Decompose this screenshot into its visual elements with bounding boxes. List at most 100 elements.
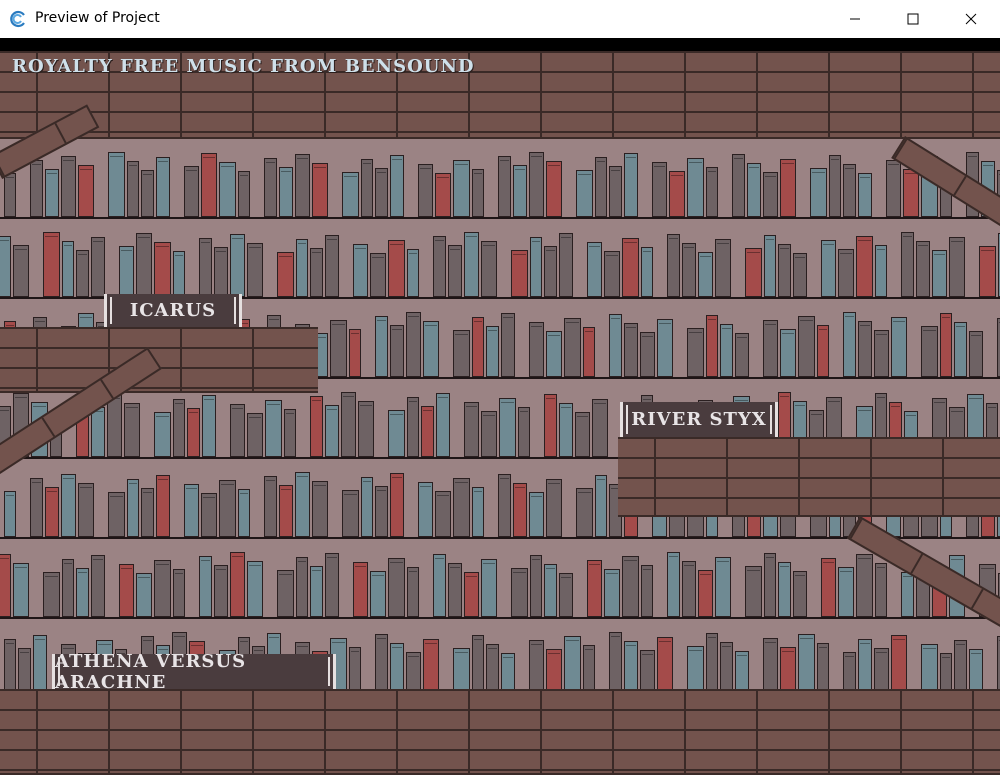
book <box>62 559 74 617</box>
book <box>486 326 499 377</box>
book <box>264 476 277 537</box>
book <box>433 554 446 617</box>
book <box>61 474 76 537</box>
book <box>361 477 373 537</box>
level-button-icarus[interactable]: Icarus <box>104 294 242 327</box>
book <box>624 323 638 377</box>
book <box>421 406 434 457</box>
book <box>62 241 74 297</box>
book <box>764 553 776 617</box>
book <box>453 330 470 377</box>
book <box>124 403 140 457</box>
book <box>511 250 528 297</box>
book <box>375 316 388 377</box>
book <box>706 633 718 697</box>
book <box>472 635 484 697</box>
book <box>173 399 185 457</box>
book <box>875 245 887 297</box>
book <box>595 475 607 537</box>
book <box>530 237 542 297</box>
book <box>793 571 807 617</box>
book <box>622 238 639 297</box>
book <box>265 400 282 457</box>
book <box>4 491 16 537</box>
book <box>91 237 105 297</box>
book <box>370 571 386 617</box>
book <box>604 569 620 617</box>
book <box>295 472 310 537</box>
book <box>667 552 680 617</box>
book <box>891 635 907 697</box>
book <box>388 558 405 617</box>
book <box>349 329 361 377</box>
shelf-row <box>0 139 1000 219</box>
game-viewport[interactable]: Royalty Free Music from Bensound Icarus … <box>0 38 1000 775</box>
book <box>199 238 212 297</box>
book <box>0 236 11 297</box>
book <box>370 253 386 297</box>
book <box>406 312 421 377</box>
book <box>264 158 277 217</box>
book <box>838 567 854 617</box>
book <box>592 399 608 457</box>
book <box>595 157 607 217</box>
book <box>279 167 293 217</box>
book <box>687 328 704 377</box>
book <box>61 156 76 217</box>
book <box>821 240 836 297</box>
book <box>91 407 105 457</box>
book <box>296 557 308 617</box>
book <box>433 236 446 297</box>
book <box>529 322 544 377</box>
book <box>30 478 43 537</box>
book <box>886 160 901 217</box>
book <box>472 487 484 537</box>
book <box>219 480 236 537</box>
book <box>435 173 451 217</box>
book <box>423 321 439 377</box>
book <box>312 481 328 537</box>
book <box>353 562 368 617</box>
book <box>687 158 704 217</box>
book <box>464 402 479 457</box>
book <box>230 404 245 457</box>
book <box>141 488 154 537</box>
book <box>763 320 778 377</box>
level-button-river-styx[interactable]: River Styx <box>620 402 778 437</box>
minimize-button[interactable] <box>826 0 884 38</box>
book <box>154 242 171 297</box>
book <box>921 326 938 377</box>
book <box>622 556 639 617</box>
maximize-button[interactable] <box>884 0 942 38</box>
book <box>843 312 856 377</box>
book <box>604 251 620 297</box>
music-credit-text: Royalty Free Music from Bensound <box>12 56 475 77</box>
icarus-platform <box>0 327 318 393</box>
book <box>325 553 339 617</box>
maximize-icon <box>907 13 919 25</box>
book <box>903 169 919 217</box>
close-button[interactable] <box>942 0 1000 38</box>
book <box>375 486 388 537</box>
book <box>312 163 328 217</box>
book <box>979 246 996 297</box>
book <box>720 324 733 377</box>
book <box>940 313 952 377</box>
book <box>641 247 653 297</box>
book <box>199 556 212 617</box>
book <box>353 244 368 297</box>
book <box>136 233 152 297</box>
book <box>657 319 673 377</box>
book <box>33 635 47 697</box>
swirl-app-icon <box>10 10 25 28</box>
level-label-icarus: Icarus <box>129 300 217 321</box>
book <box>187 408 200 457</box>
book <box>361 159 373 217</box>
book <box>715 239 731 297</box>
level-button-athena-versus-arachne[interactable]: Athena versus Arachne <box>52 651 336 693</box>
book <box>277 252 294 297</box>
shelf-row <box>0 219 1000 299</box>
book <box>518 407 530 457</box>
book <box>829 155 841 217</box>
book <box>546 161 562 217</box>
